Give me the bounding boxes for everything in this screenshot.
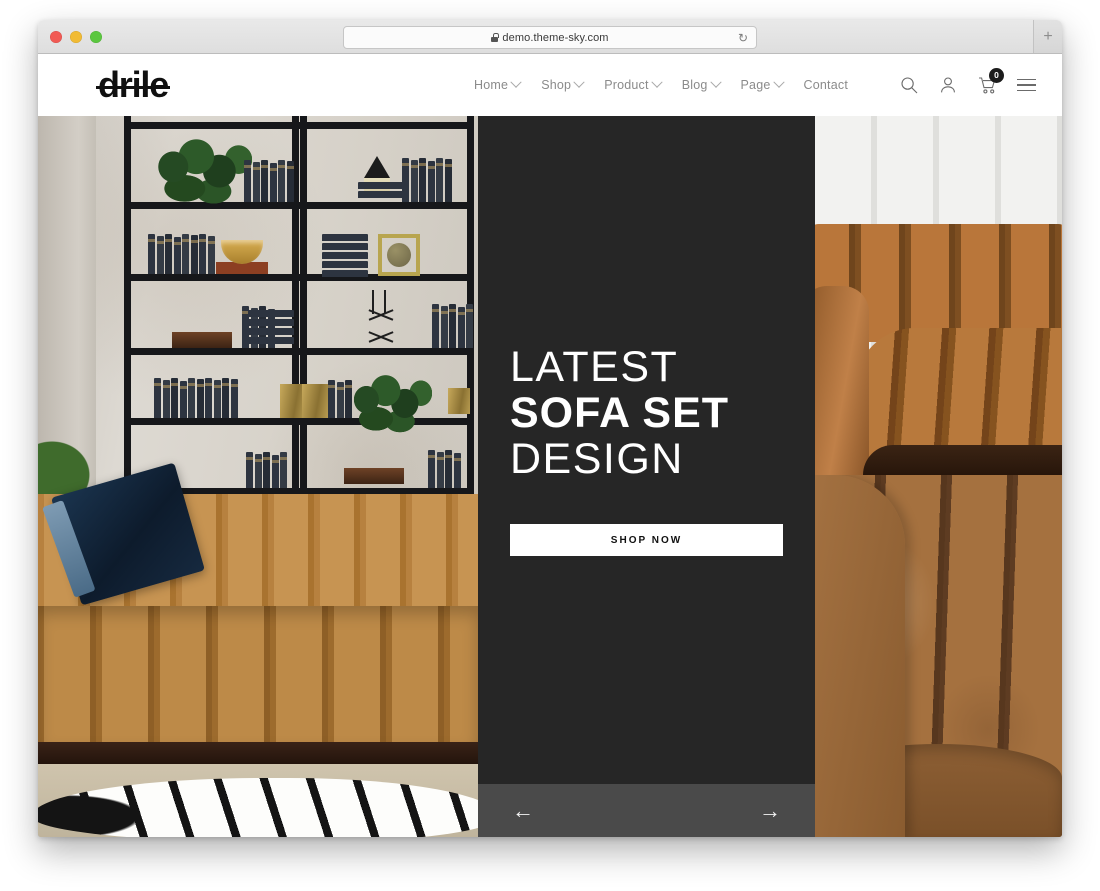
- nav-item-contact[interactable]: Contact: [804, 78, 848, 92]
- chevron-down-icon: [510, 76, 522, 88]
- tan-leather-sofa: [38, 462, 478, 764]
- cart-icon[interactable]: 0: [977, 68, 1004, 95]
- url-text: demo.theme-sky.com: [502, 31, 609, 44]
- brass-bowl: [221, 240, 263, 264]
- nav-item-home[interactable]: Home: [474, 76, 522, 92]
- hero-text-panel: LATEST SOFA SET DESIGN SHOP NOW ← →: [478, 116, 815, 837]
- window-controls: [50, 30, 102, 43]
- next-slide-arrow-icon[interactable]: →: [759, 800, 781, 822]
- search-icon[interactable]: [899, 75, 919, 95]
- shelf-triangle-object: [364, 156, 390, 178]
- chevron-down-icon: [651, 76, 663, 88]
- hamburger-lines: [1016, 79, 1036, 91]
- reload-icon[interactable]: ↻: [738, 32, 748, 44]
- floor: [38, 764, 478, 837]
- shelf-plant-2: [352, 374, 432, 438]
- screenshot-root: demo.theme-sky.com ↻ + drile Home Shop P…: [0, 0, 1100, 891]
- hero-image-right-top: [815, 116, 1062, 475]
- shelf-ring-object: [378, 234, 420, 276]
- hero-slider-controls: ← →: [478, 784, 815, 837]
- hero-copy: LATEST SOFA SET DESIGN SHOP NOW: [478, 116, 815, 784]
- chevron-down-icon: [709, 76, 722, 88]
- minimize-window-button[interactable]: [70, 30, 82, 43]
- browser-window: demo.theme-sky.com ↻ + drile Home Shop P…: [38, 20, 1062, 837]
- hamburger-icon[interactable]: [1016, 75, 1036, 95]
- user-icon[interactable]: [938, 75, 958, 95]
- site-header: drile Home Shop Product Blog Page Contac…: [38, 54, 1062, 116]
- header-icon-group: 0: [899, 68, 1036, 95]
- zoom-window-button[interactable]: [90, 30, 102, 43]
- nav-label: Product: [604, 78, 649, 92]
- leather-arm-curve: [815, 475, 905, 837]
- hero-image-right-bottom: [815, 475, 1062, 837]
- prev-slide-arrow-icon[interactable]: ←: [512, 800, 534, 822]
- nav-label: Blog: [681, 78, 708, 92]
- hero-headline-line3: DESIGN: [510, 435, 684, 483]
- shelf-sculpture: [364, 290, 410, 352]
- nav-item-shop[interactable]: Shop: [541, 76, 585, 92]
- living-room-scene: [38, 116, 478, 837]
- main-navigation: Home Shop Product Blog Page Contact 0: [474, 68, 1036, 95]
- new-tab-button[interactable]: +: [1033, 20, 1062, 53]
- shop-now-button[interactable]: SHOP NOW: [510, 524, 783, 556]
- nav-label: Page: [740, 78, 771, 92]
- brown-sofa-scene: [815, 116, 1062, 475]
- lock-icon: [491, 33, 499, 42]
- chevron-down-icon: [772, 76, 785, 88]
- zebra-rug: [38, 778, 478, 837]
- hero-images-right: [815, 116, 1062, 837]
- hero-headline-line1: LATEST: [510, 343, 679, 391]
- nav-item-page[interactable]: Page: [740, 76, 785, 92]
- leather-closeup-scene: [815, 475, 1062, 837]
- hero-headline-line2: SOFA SET: [510, 389, 730, 437]
- site-logo[interactable]: drile: [95, 67, 171, 103]
- nav-label: Shop: [541, 78, 572, 92]
- browser-chrome-bar: demo.theme-sky.com ↻ +: [38, 20, 1062, 54]
- nav-label: Contact: [803, 78, 848, 92]
- address-bar[interactable]: demo.theme-sky.com ↻: [343, 26, 757, 49]
- address-bar-content: demo.theme-sky.com: [491, 32, 608, 44]
- nav-label: Home: [474, 78, 509, 92]
- shelf-plant: [156, 138, 252, 210]
- cart-count-badge: 0: [989, 68, 1004, 83]
- close-window-button[interactable]: [50, 30, 62, 43]
- nav-item-blog[interactable]: Blog: [681, 76, 722, 92]
- hero-image-left: [38, 116, 478, 837]
- nav-item-product[interactable]: Product: [604, 76, 663, 92]
- chevron-down-icon: [573, 76, 585, 88]
- hero-slider: LATEST SOFA SET DESIGN SHOP NOW ← →: [38, 116, 1062, 837]
